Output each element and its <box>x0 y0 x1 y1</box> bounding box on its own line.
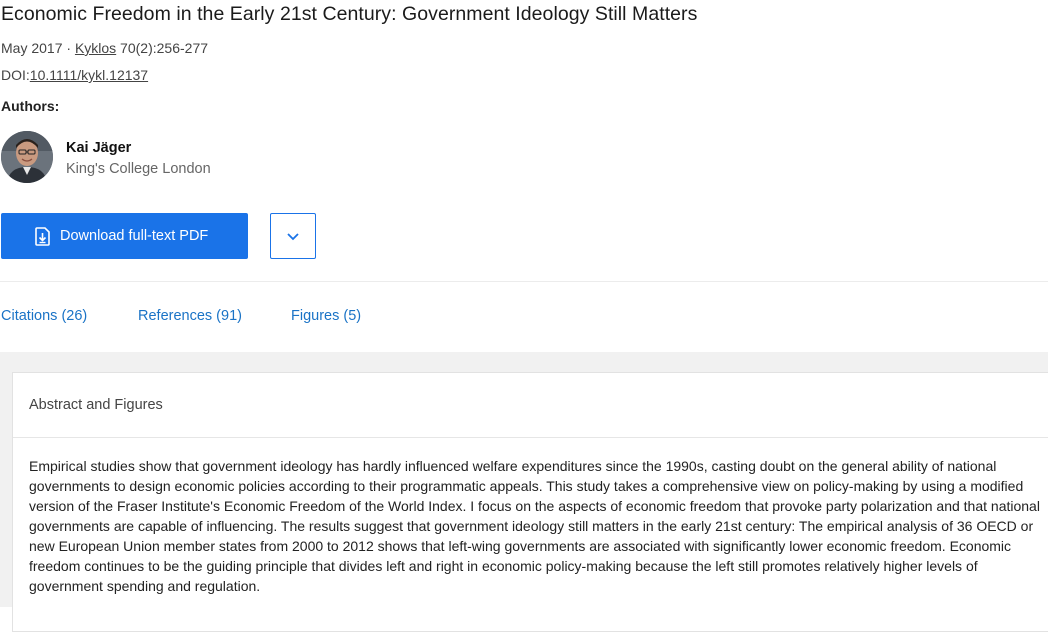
author-photo-icon <box>1 131 53 183</box>
tab-references[interactable]: References (91) <box>138 308 242 324</box>
journal-link[interactable]: Kyklos <box>75 40 116 56</box>
doi-prefix: DOI: <box>1 67 30 83</box>
publication-header: Economic Freedom in the Early 21st Centu… <box>0 0 1048 352</box>
publication-date: May 2017 · <box>1 40 75 56</box>
author-affiliation: King's College London <box>66 161 211 177</box>
more-options-dropdown-button[interactable] <box>270 213 316 259</box>
doi-line: DOI:10.1111/kykl.12137 <box>1 67 148 83</box>
abstract-text: Empirical studies show that government i… <box>29 458 1040 594</box>
page-title: Economic Freedom in the Early 21st Centu… <box>1 3 698 25</box>
download-pdf-button[interactable]: Download full-text PDF <box>1 213 248 259</box>
abstract-card: Abstract and Figures Empirical studies s… <box>12 372 1048 632</box>
doi-link[interactable]: 10.1111/kykl.12137 <box>30 67 148 83</box>
chevron-down-icon <box>287 232 299 240</box>
file-download-icon <box>34 226 51 246</box>
author-name[interactable]: Kai Jäger <box>66 140 131 156</box>
tab-citations[interactable]: Citations (26) <box>1 308 87 324</box>
authors-label: Authors: <box>1 98 60 114</box>
avatar[interactable] <box>1 131 53 183</box>
abstract-header: Abstract and Figures <box>29 397 163 413</box>
download-pdf-label: Download full-text PDF <box>60 228 209 244</box>
section-divider <box>0 281 1048 282</box>
card-divider <box>13 437 1048 438</box>
publication-meta: May 2017 · Kyklos 70(2):256-277 <box>1 40 208 56</box>
journal-issue: 70(2):256-277 <box>116 40 209 56</box>
tab-figures[interactable]: Figures (5) <box>291 308 361 324</box>
